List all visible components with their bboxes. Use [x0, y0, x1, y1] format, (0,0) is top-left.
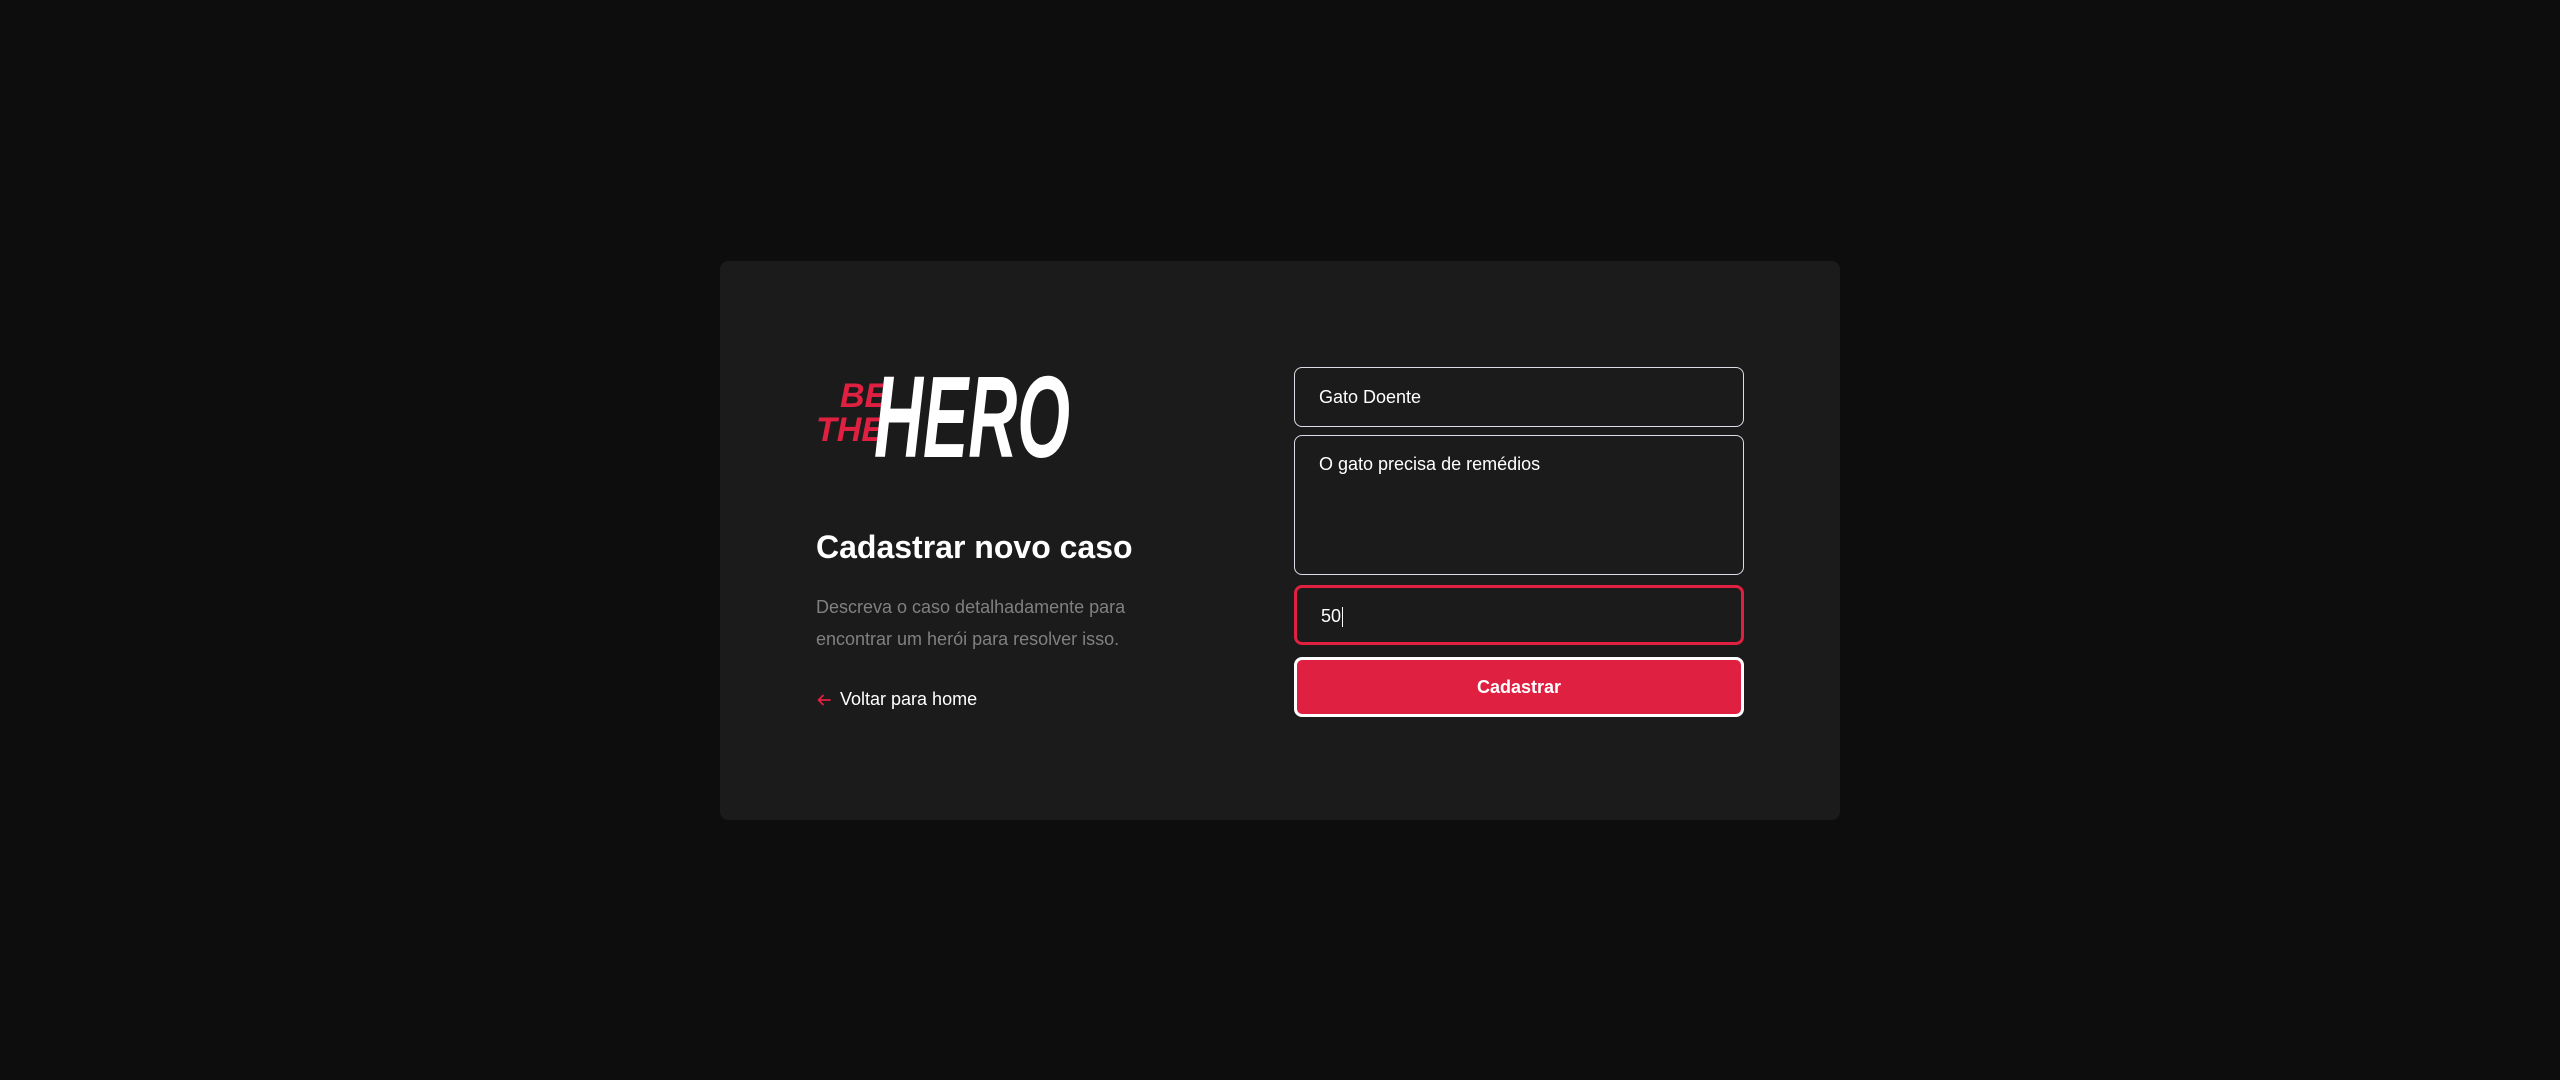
be-the-hero-logo: BE THE HERO	[816, 357, 1076, 467]
case-title-input[interactable]: Gato Doente	[1294, 367, 1744, 427]
case-value-input[interactable]: 50	[1294, 585, 1744, 645]
logo-hero-text: HERO	[874, 357, 1070, 467]
new-case-card: BE THE HERO Cadastrar novo caso Descreva…	[720, 261, 1840, 820]
submit-button-label: Cadastrar	[1476, 676, 1562, 697]
intro-section: BE THE HERO Cadastrar novo caso Descreva…	[816, 357, 1156, 710]
new-case-form: Gato Doente O gato precisa de remédios 5…	[1294, 367, 1744, 717]
back-to-home-link[interactable]: Voltar para home	[816, 689, 1156, 710]
page-description: Descreva o caso detalhadamente para enco…	[816, 597, 1126, 649]
submit-button[interactable]: Cadastrar	[1294, 657, 1744, 717]
page-title: Cadastrar novo caso	[816, 529, 1133, 565]
back-link-label: Voltar para home	[840, 689, 978, 709]
case-description-textarea[interactable]: O gato precisa de remédios	[1294, 435, 1744, 575]
case-description-value: O gato precisa de remédios	[1319, 454, 1541, 474]
case-value-value: 50	[1321, 606, 1342, 626]
arrow-left-icon	[817, 694, 831, 705]
case-title-value: Gato Doente	[1319, 387, 1422, 407]
text-caret	[1342, 607, 1344, 628]
